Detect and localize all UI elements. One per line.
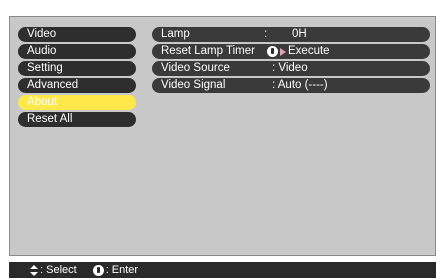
lamp-hours-value: 0H <box>292 28 307 40</box>
enter-button-icon <box>267 46 278 57</box>
menu-item-setting[interactable]: Setting <box>18 61 136 76</box>
menu-item-audio[interactable]: Audio <box>18 44 136 59</box>
video-signal-label: Video Signal <box>161 79 226 91</box>
arrow-right-icon <box>280 47 286 56</box>
lamp-label: Lamp <box>161 28 190 40</box>
reset-lamp-timer-row[interactable]: Reset Lamp Timer Execute <box>152 44 430 59</box>
menu-item-video[interactable]: Video <box>18 27 136 42</box>
sub-menu: Lamp : 0H Reset Lamp Timer Execute Video… <box>152 27 430 95</box>
footer-hint-bar: : Select : Enter <box>9 262 436 278</box>
reset-lamp-timer-label: Reset Lamp Timer <box>161 45 255 57</box>
menu-item-reset-all[interactable]: Reset All <box>18 112 136 127</box>
video-source-row: Video Source : Video <box>152 61 430 76</box>
lamp-colon: : <box>264 28 268 40</box>
lamp-row: Lamp : 0H <box>152 27 430 42</box>
menu-item-about[interactable]: About <box>18 95 136 110</box>
execute-label: Execute <box>288 45 330 57</box>
video-source-label: Video Source <box>161 62 230 74</box>
video-signal-row: Video Signal : Auto (----) <box>152 78 430 93</box>
execute-action[interactable]: Execute <box>267 44 330 59</box>
select-hint: : Select <box>40 264 77 276</box>
video-source-value: : Video <box>272 62 308 74</box>
up-down-arrow-icon <box>30 264 38 276</box>
main-menu: Video Audio Setting Advanced About Reset… <box>18 27 136 129</box>
enter-button-icon <box>92 264 104 276</box>
enter-hint: : Enter <box>105 264 139 276</box>
menu-item-advanced[interactable]: Advanced <box>18 78 136 93</box>
video-signal-value: : Auto (----) <box>272 79 328 91</box>
